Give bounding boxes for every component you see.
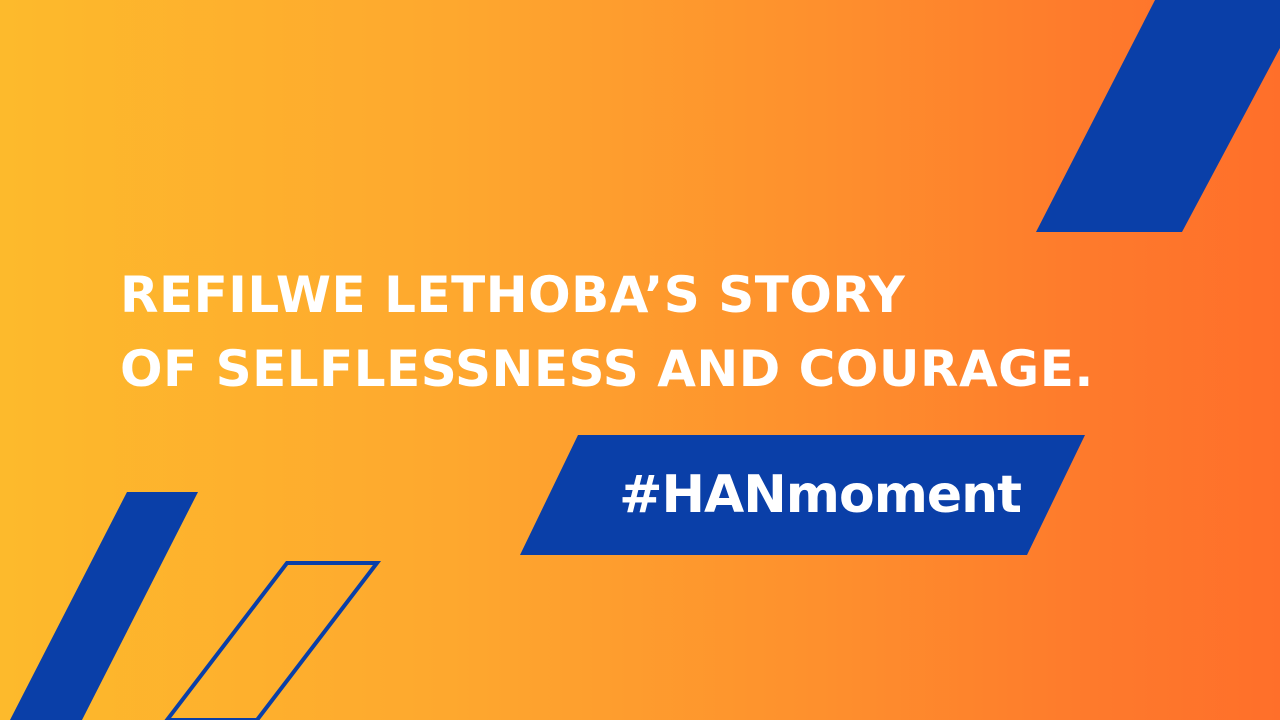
headline-line-1: REFILWE LETHOBA’S STORY <box>120 266 906 324</box>
top-right-stripe <box>1036 0 1280 232</box>
headline: REFILWE LETHOBA’S STORY OF SELFLESSNESS … <box>120 258 1094 406</box>
bottom-left-outline-stripe <box>164 561 382 720</box>
bottom-left-solid-stripe <box>10 492 198 720</box>
title-slide: REFILWE LETHOBA’S STORY OF SELFLESSNESS … <box>0 0 1280 720</box>
hashtag-label: #HANmoment <box>618 465 1022 525</box>
headline-line-2: OF SELFLESSNESS AND COURAGE. <box>120 340 1094 398</box>
